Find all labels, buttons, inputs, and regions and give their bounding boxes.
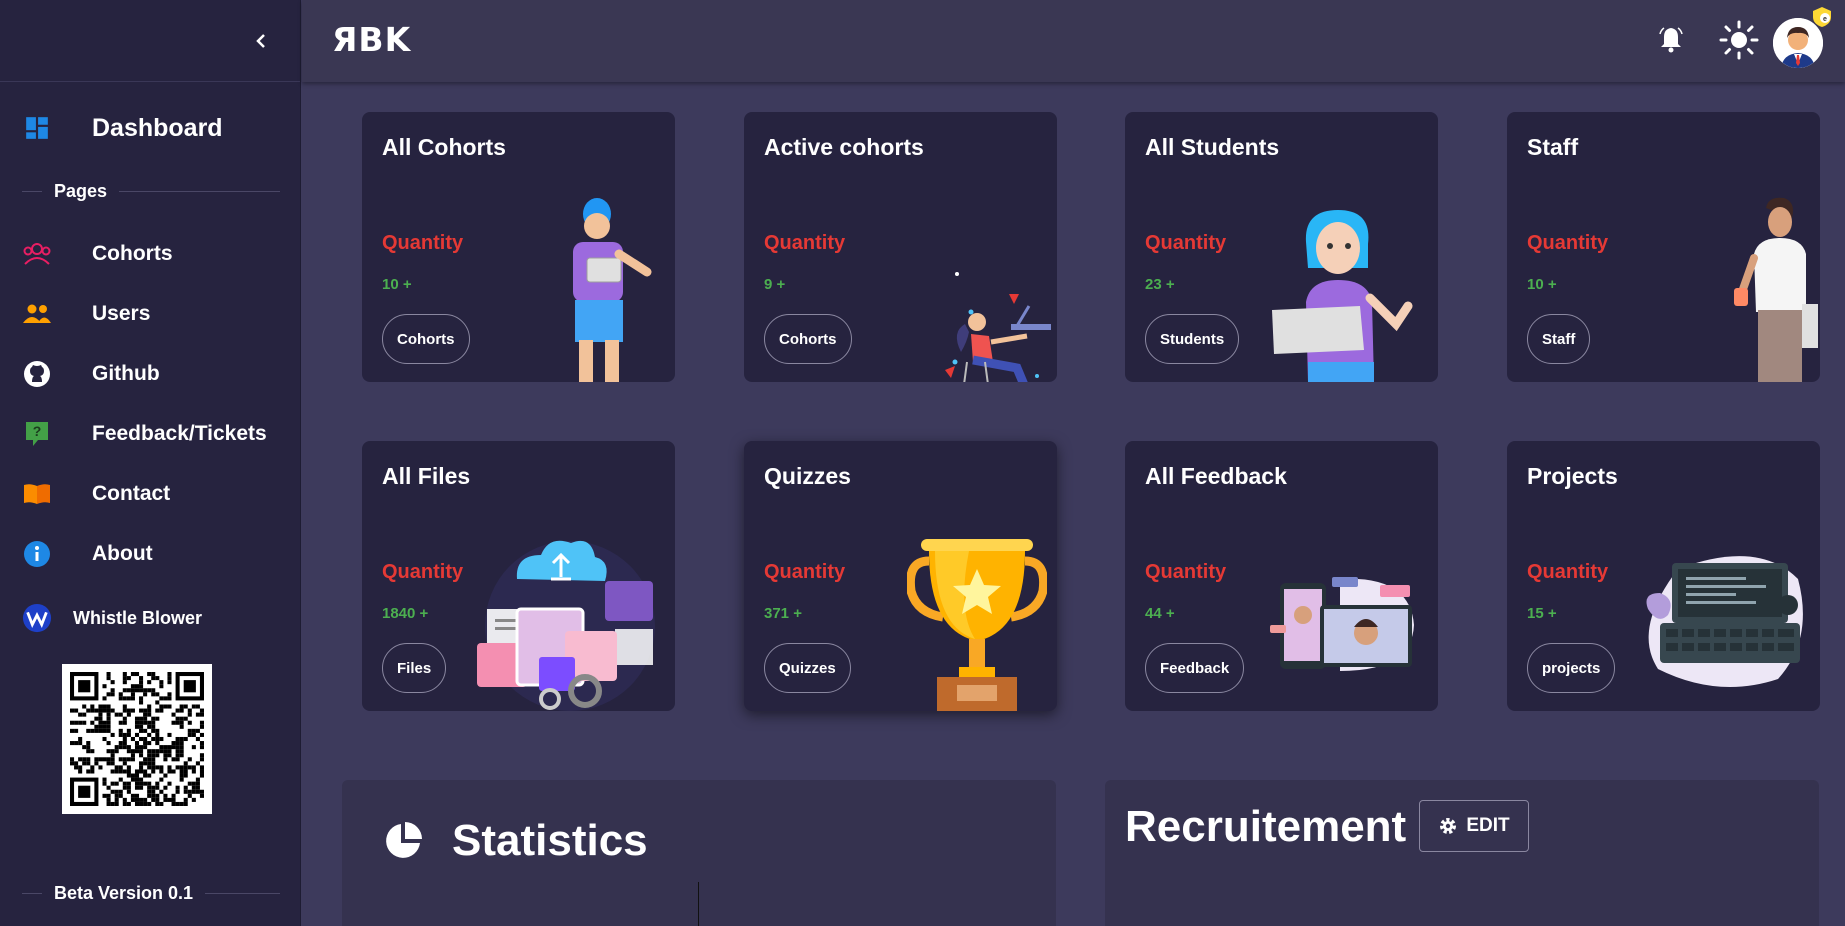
edit-button-label: EDIT [1466, 815, 1510, 836]
card-quantity-label: Quantity [764, 232, 846, 254]
sidebar-item-label: Github [92, 362, 160, 385]
sidebar-item-label: Contact [92, 482, 171, 505]
card-title: All Cohorts [382, 134, 506, 160]
card-quantity-label: Quantity [382, 561, 464, 583]
qr-code [62, 664, 212, 814]
sidebar: Dashboard Pages Cohorts Users Github ? F… [0, 0, 301, 926]
card-quantity-value: 10 + [1527, 276, 1557, 293]
trophy-illustration [907, 539, 1047, 711]
contact-icon [22, 479, 52, 509]
sidebar-item-label: Dashboard [92, 113, 223, 142]
cohorts-button[interactable]: Cohorts [764, 314, 852, 364]
card-active-cohorts[interactable]: Active cohorts Quantity 9 + Cohorts [744, 112, 1057, 382]
statistics-panel: Statistics [342, 780, 1056, 926]
person-tablet-illustration [573, 198, 652, 382]
collapse-sidebar-button[interactable] [248, 28, 274, 54]
files-button[interactable]: Files [382, 643, 447, 693]
sidebar-item-users[interactable]: Users [0, 296, 300, 332]
dashboard-icon [22, 113, 52, 143]
cohorts-button[interactable]: Cohorts [382, 314, 470, 364]
sidebar-item-feedback[interactable]: ? Feedback/Tickets [0, 416, 300, 452]
cohorts-icon [22, 239, 52, 269]
sidebar-item-about[interactable]: About [0, 536, 300, 572]
app-logo[interactable]: ЯBK [332, 20, 411, 59]
sidebar-header [0, 0, 300, 82]
whistle-blower-icon [22, 603, 52, 633]
card-title: Projects [1527, 463, 1618, 489]
bell-icon [1659, 27, 1683, 53]
sidebar-item-label: About [92, 542, 153, 565]
card-quantity-value: 1840 + [382, 605, 429, 622]
card-quantity-value: 44 + [1145, 605, 1175, 622]
card-quantity-value: 371 + [764, 605, 802, 622]
card-quantity-label: Quantity [1145, 561, 1227, 583]
card-quantity-label: Quantity [1527, 232, 1609, 254]
sidebar-item-github[interactable]: Github [0, 356, 300, 392]
card-all-feedback[interactable]: All Feedback Quantity 44 + Feedback [1125, 441, 1438, 711]
gear-icon [1440, 818, 1457, 834]
sidebar-item-label: Cohorts [92, 242, 173, 265]
card-all-files[interactable]: All Files Quantity 1840 + Files [362, 441, 675, 711]
card-quantity-value: 10 + [382, 276, 412, 293]
card-staff[interactable]: Staff Quantity 10 + Staff [1507, 112, 1820, 382]
card-quantity-label: Quantity [1145, 232, 1227, 254]
edit-button[interactable]: EDIT [1419, 800, 1529, 852]
users-icon [22, 299, 52, 329]
top-bar: ЯBK e [302, 0, 1845, 82]
quizzes-button[interactable]: Quizzes [764, 643, 851, 693]
github-icon [22, 359, 52, 389]
feedback-icon: ? [22, 419, 52, 449]
student-laptop-illustration [1272, 210, 1413, 382]
card-quantity-label: Quantity [764, 561, 846, 583]
card-quantity-value: 15 + [1527, 605, 1557, 622]
card-title: All Feedback [1145, 463, 1287, 489]
theme-toggle-button[interactable] [1719, 20, 1759, 60]
sidebar-item-label: Users [92, 302, 151, 325]
cloud-files-illustration [477, 540, 655, 711]
woman-laptop-illustration [945, 272, 1051, 382]
version-label: Beta Version 0.1 [22, 883, 280, 904]
pages-section-label: Pages [22, 181, 280, 202]
staff-button[interactable]: Staff [1527, 314, 1591, 364]
sidebar-item-contact[interactable]: Contact [0, 476, 300, 512]
card-projects[interactable]: Projects Quantity 15 + projects [1507, 441, 1820, 711]
svg-text:e: e [1823, 16, 1827, 23]
svg-text:?: ? [33, 423, 42, 439]
card-quantity-label: Quantity [1527, 561, 1609, 583]
feedback-button[interactable]: Feedback [1145, 643, 1245, 693]
card-title: All Files [382, 463, 471, 489]
card-quantity-value: 23 + [1145, 276, 1175, 293]
sidebar-item-whistle-blower[interactable]: Whistle Blower [0, 600, 300, 636]
card-title: All Students [1145, 134, 1280, 160]
sidebar-item-label: Whistle Blower [73, 607, 203, 628]
sidebar-item-dashboard[interactable]: Dashboard [0, 110, 300, 146]
sun-icon [1719, 20, 1759, 60]
card-quantity-label: Quantity [382, 232, 464, 254]
sidebar-item-label: Feedback/Tickets [92, 422, 267, 445]
projects-button[interactable]: projects [1527, 643, 1616, 693]
pie-chart-icon [386, 822, 422, 858]
card-quantity-value: 9 + [764, 276, 786, 293]
statistics-title: Statistics [452, 816, 648, 865]
staff-person-illustration [1734, 197, 1818, 382]
sidebar-item-cohorts[interactable]: Cohorts [0, 236, 300, 272]
card-quizzes[interactable]: Quizzes Quantity 371 + Quizzes [744, 441, 1057, 711]
card-title: Staff [1527, 134, 1579, 160]
card-title: Active cohorts [764, 134, 924, 160]
recruitement-title: Recruitement [1125, 802, 1407, 851]
card-title: Quizzes [764, 463, 851, 489]
students-button[interactable]: Students [1145, 314, 1240, 364]
laptop-keyboard-illustration [1646, 556, 1803, 687]
video-call-illustration [1270, 577, 1414, 671]
card-all-cohorts[interactable]: All Cohorts Quantity 10 + Cohorts [362, 112, 675, 382]
info-icon [22, 539, 52, 569]
chart-axis-line [698, 882, 699, 926]
card-all-students[interactable]: All Students Quantity 23 + Students [1125, 112, 1438, 382]
notifications-button[interactable] [1651, 20, 1691, 60]
status-badge-icon: e [1813, 7, 1831, 27]
recruitement-panel: Recruitement EDIT [1105, 780, 1819, 926]
chevron-left-icon [256, 34, 265, 48]
